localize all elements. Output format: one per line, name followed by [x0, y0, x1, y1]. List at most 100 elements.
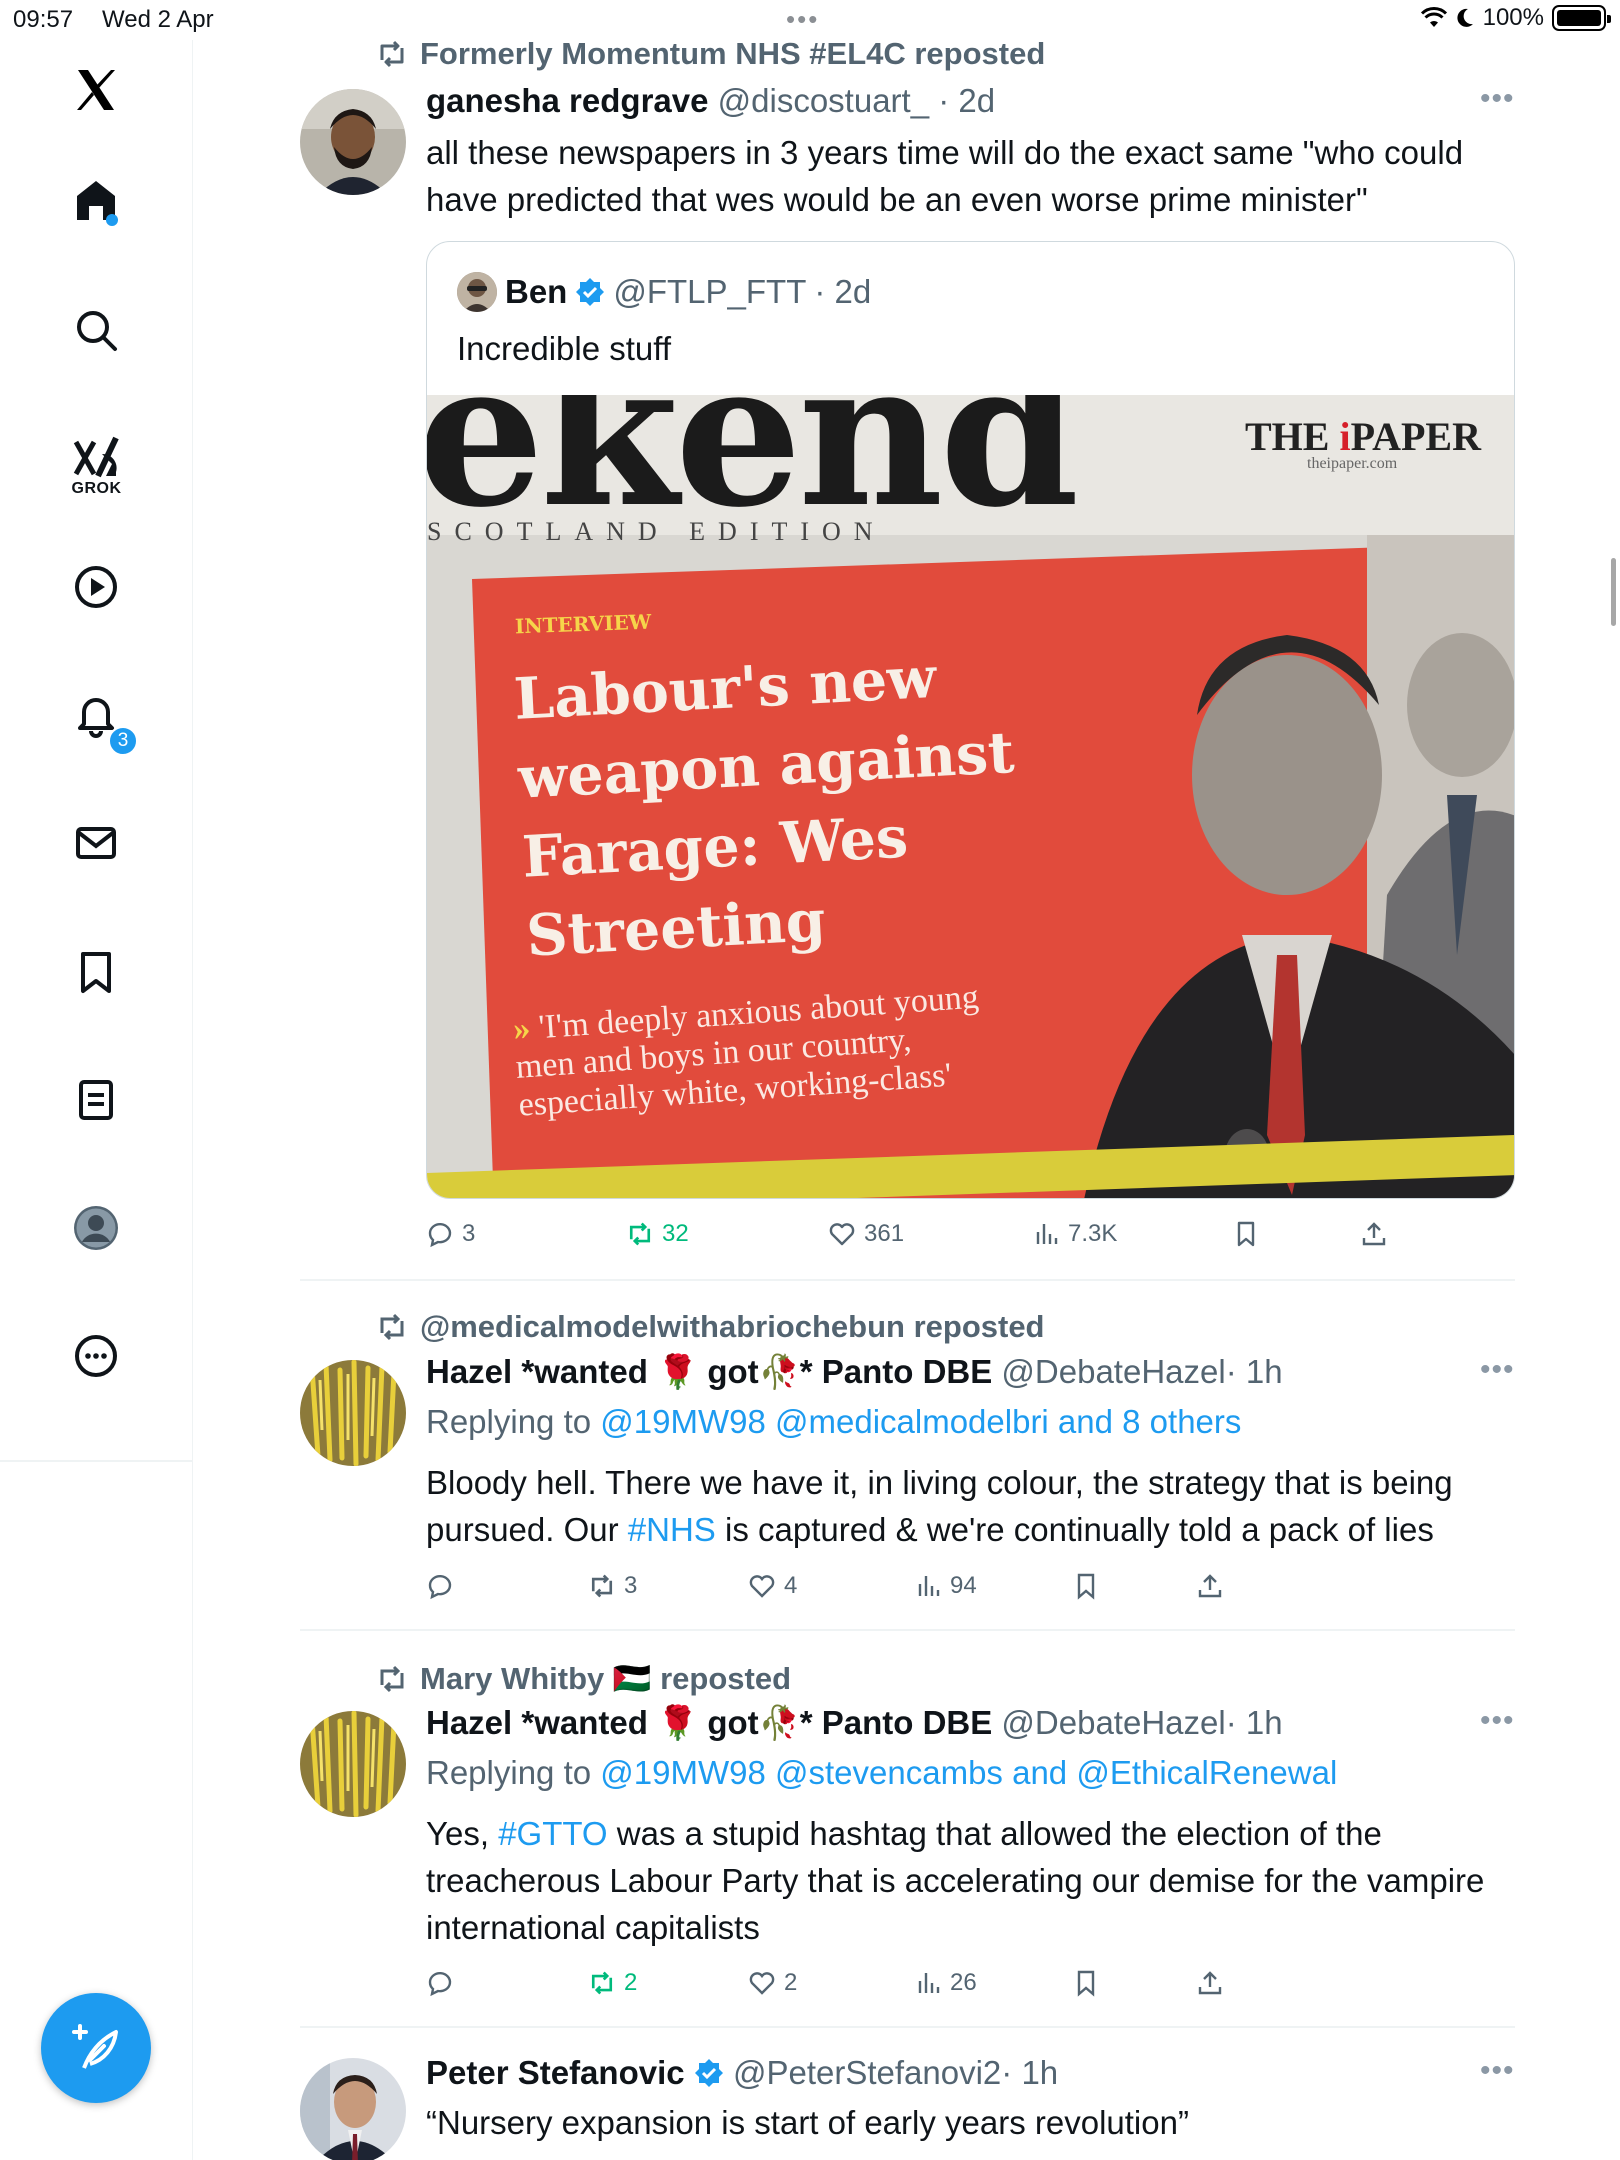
tweet-time[interactable]: · 2d [938, 82, 995, 119]
tweet-text: Yes, #GTTO was a stupid hashtag that all… [426, 1815, 1485, 1946]
paper-brand: THE iPAPER [1245, 414, 1481, 459]
sidebar: GROK 3 [0, 40, 193, 2160]
heart-icon [749, 1972, 775, 1995]
quote-header: Ben @FTLP_FTT · 2d [457, 272, 871, 312]
quote-avatar [457, 272, 497, 312]
repost-icon [591, 1971, 613, 1995]
author-handle[interactable]: @discostuart_ [718, 82, 929, 119]
author-name[interactable]: Peter Stefanovic [426, 2054, 685, 2091]
like-button[interactable]: 361 [828, 1220, 904, 1248]
verified-icon [576, 278, 605, 306]
repost-button[interactable]: 3 [588, 1572, 637, 1600]
bookmark-button[interactable] [1072, 1572, 1100, 1600]
moon-icon [1457, 8, 1473, 27]
tweet-divider [300, 2026, 1515, 2028]
quoted-tweet[interactable]: Ben @FTLP_FTT · 2d Incredible stuff eken… [426, 241, 1515, 1199]
tweet-actions: 3 4 94 [426, 1572, 1506, 1612]
scrollbar[interactable] [1611, 558, 1616, 626]
more-options-icon[interactable]: ••• [1480, 1704, 1515, 1738]
share-icon [1198, 1574, 1222, 1598]
reply-mentions[interactable]: @19MW98 @medicalmodelbri and 8 others [600, 1403, 1241, 1440]
tweet-text: all these newspapers in 3 years time wil… [426, 134, 1464, 218]
tweet-time[interactable]: · 1h [1001, 2054, 1058, 2091]
like-button[interactable]: 2 [748, 1969, 797, 1997]
compose-button[interactable] [41, 1993, 151, 2103]
more-options-icon[interactable]: ••• [1480, 82, 1515, 116]
avatar[interactable] [300, 89, 406, 195]
views-button[interactable]: 26 [914, 1969, 977, 1997]
bookmark-icon [1237, 1221, 1255, 1247]
share-button[interactable] [1360, 1220, 1388, 1248]
verified-icon [694, 2059, 723, 2087]
avatar[interactable] [300, 2058, 406, 2160]
avatar[interactable] [300, 1360, 406, 1466]
more-icon[interactable] [56, 1316, 136, 1396]
grok-label: GROK [71, 480, 122, 497]
status-date: Wed 2 Apr [102, 6, 214, 33]
repost-label: @medicalmodelwithabriochebun reposted [420, 1309, 1045, 1344]
sidebar-divider [0, 1460, 193, 1462]
repost-icon [380, 1313, 404, 1341]
repost-button[interactable]: 32 [626, 1220, 689, 1248]
reply-button[interactable] [426, 1572, 462, 1600]
author-name[interactable]: Hazel *wanted 🌹 got🥀* Panto DBE [426, 1704, 992, 1741]
x-logo-icon[interactable] [56, 50, 136, 130]
avatar[interactable] [300, 1711, 406, 1817]
newspaper-photo[interactable]: ekend THE iPAPER theipaper.com SCOTLAND … [427, 395, 1514, 1198]
multitasking-dots-icon[interactable]: ••• [786, 4, 819, 35]
tweet-text: Bloody hell. There we have it, in living… [426, 1464, 1453, 1548]
lists-icon[interactable] [56, 1060, 136, 1140]
tweet-time[interactable]: · 1h [1226, 1353, 1283, 1390]
video-icon[interactable] [56, 547, 136, 627]
repost-icon [380, 40, 404, 68]
replying-to: Replying to @19MW98 @stevencambs and @Et… [426, 1754, 1338, 1791]
compose-icon [72, 2024, 118, 2069]
tweet-time[interactable]: · 1h [1226, 1704, 1283, 1741]
bookmark-button[interactable] [1072, 1969, 1100, 1997]
views-icon [918, 1576, 940, 1596]
quote-author-handle: @FTLP_FTT [613, 273, 807, 310]
repost-label: Mary Whitby 🇵🇸 reposted [420, 1661, 792, 1696]
reply-mentions[interactable]: @19MW98 @stevencambs and @EthicalRenewal [600, 1754, 1337, 1791]
views-icon [918, 1973, 940, 1993]
repost-button[interactable]: 2 [588, 1969, 637, 1997]
status-right: 100% [1420, 4, 1611, 32]
repost-icon [380, 1665, 404, 1692]
home-icon[interactable] [56, 160, 136, 240]
share-button[interactable] [1196, 1572, 1224, 1600]
reply-icon [428, 1574, 452, 1600]
reply-button[interactable] [426, 1969, 462, 1997]
bookmarks-icon[interactable] [56, 932, 136, 1012]
battery-icon [1552, 5, 1611, 31]
repost-header[interactable]: Mary Whitby 🇵🇸 reposted [376, 1660, 791, 1697]
tweet-actions: 2 2 26 [426, 1969, 1506, 2009]
tweet-header: Hazel *wanted 🌹 got🥀* Panto DBE @DebateH… [426, 1704, 1283, 1743]
share-button[interactable] [1196, 1969, 1224, 1997]
messages-icon[interactable] [56, 803, 136, 883]
author-name[interactable]: ganesha redgrave [426, 82, 708, 119]
author-name[interactable]: Hazel *wanted 🌹 got🥀* Panto DBE [426, 1353, 992, 1390]
tweet-actions: 3 32 361 7.3K [426, 1220, 1506, 1260]
paper-edition: SCOTLAND EDITION [427, 517, 886, 546]
views-button[interactable]: 7.3K [1032, 1220, 1117, 1248]
repost-header[interactable]: Formerly Momentum NHS #EL4C reposted [376, 36, 1045, 72]
quote-time: · 2d [814, 273, 872, 310]
search-icon[interactable] [56, 290, 136, 370]
author-handle[interactable]: @DebateHazel [1001, 1353, 1225, 1390]
more-options-icon[interactable]: ••• [1480, 1353, 1515, 1387]
author-handle[interactable]: @DebateHazel [1001, 1704, 1225, 1741]
repost-header[interactable]: @medicalmodelwithabriochebun reposted [376, 1309, 1045, 1345]
reply-button[interactable]: 3 [426, 1220, 475, 1248]
author-handle[interactable]: @PeterStefanovi2 [733, 2054, 1001, 2091]
views-button[interactable]: 94 [914, 1572, 977, 1600]
status-time: 09:57 [13, 6, 74, 33]
battery-percent: 100% [1482, 4, 1544, 31]
hashtag-link[interactable]: #GTTO [498, 1815, 607, 1852]
tweet-divider [300, 1629, 1515, 1631]
more-options-icon[interactable]: ••• [1480, 2054, 1515, 2088]
hashtag-link[interactable]: #NHS [628, 1511, 716, 1548]
profile-icon[interactable] [56, 1188, 136, 1268]
bookmark-button[interactable] [1232, 1220, 1260, 1248]
like-button[interactable]: 4 [748, 1572, 797, 1600]
tweet-header: ganesha redgrave @discostuart_ · 2d [426, 82, 995, 120]
